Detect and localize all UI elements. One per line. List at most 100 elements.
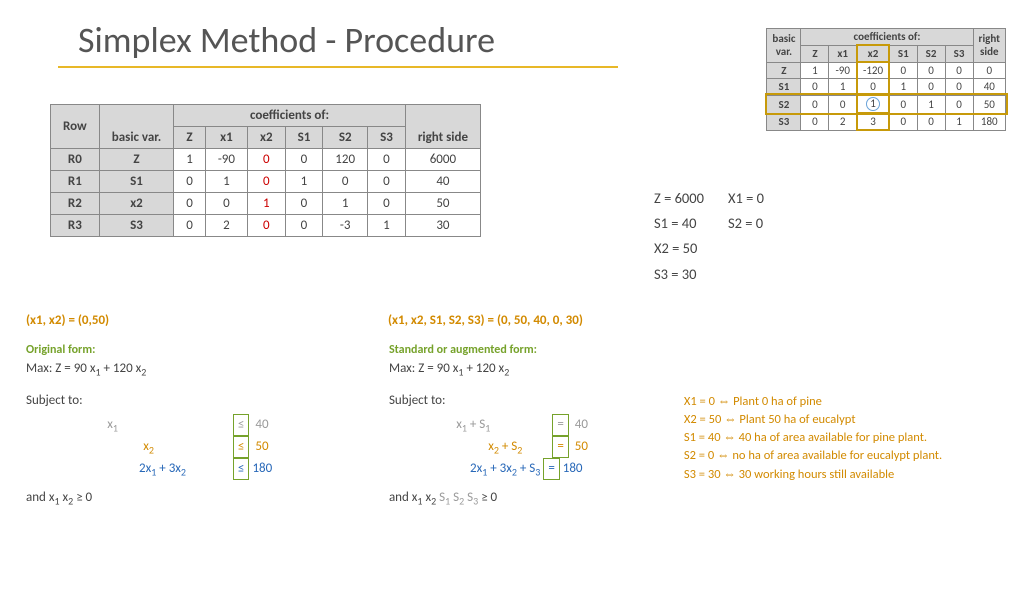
c: 0 (917, 62, 945, 79)
col-s1: S1 (889, 45, 917, 62)
hdr-rs: right side (405, 105, 480, 149)
c: -120 (857, 62, 889, 79)
val-x1: X1 = 0 (728, 187, 786, 210)
c: 0 (248, 149, 286, 171)
hdr-coeff: coefficients of: (801, 29, 973, 46)
c: -90 (829, 62, 857, 79)
c: 0 (285, 215, 323, 237)
t: x (60, 490, 69, 505)
c: 1 (917, 95, 945, 113)
title-underline (58, 66, 618, 68)
t: S (436, 490, 445, 505)
c: 0 (368, 193, 406, 215)
t: + S (467, 417, 485, 432)
t: S (464, 490, 473, 505)
r: 30 (405, 215, 480, 237)
hdr-basic: basic (772, 32, 795, 45)
c: 0 (248, 215, 286, 237)
r: 40 (973, 79, 1005, 96)
val-z: Z = 6000 (654, 187, 726, 210)
t: Max: Z = 90 x (389, 361, 458, 376)
c: 0 (248, 171, 286, 193)
mc: Z (174, 127, 206, 149)
c: 0 (945, 95, 973, 113)
int-d: S2 = 0 ⇔ no ha of area available for euc… (684, 447, 1004, 465)
t: 2 (181, 465, 186, 478)
solution-values: Z = 6000X1 = 0 S1 = 40S2 = 0 X2 = 50 S3 … (652, 185, 788, 288)
t: 40 (575, 417, 588, 432)
eq-icon: = (552, 414, 568, 436)
eq-icon: = (543, 458, 559, 480)
t: 2 (517, 443, 522, 456)
bv: S3 (99, 215, 173, 237)
c: 1 (945, 113, 973, 130)
c: 0 (174, 215, 206, 237)
c: 1 (205, 171, 247, 193)
c: 0 (174, 193, 206, 215)
original-form: Original form: Max: Z = 90 x1 + 120 x2 S… (26, 343, 386, 508)
t: 2 (141, 366, 146, 379)
col-s2: S2 (917, 45, 945, 62)
c: 0 (857, 79, 889, 96)
c: 1 (248, 193, 286, 215)
t: 1 (485, 421, 490, 434)
int-c: S1 = 40 ⇔ 40 ha of area available for pi… (684, 429, 1004, 447)
c: 1 (801, 62, 829, 79)
standard-form: Standard or augmented form: Max: Z = 90 … (389, 343, 681, 508)
c: 1 (368, 215, 406, 237)
c: 0 (368, 149, 406, 171)
r3: R3 (51, 215, 100, 237)
t: and x (26, 490, 54, 505)
t: 2x (139, 461, 151, 476)
int-a: X1 = 0 ⇔ Plant 0 ha of pine (684, 393, 1004, 411)
c: 3 (857, 113, 889, 130)
val-s2: S2 = 0 (728, 212, 786, 235)
r0: R0 (51, 149, 100, 171)
t: 2 (149, 443, 154, 456)
c: 0 (945, 62, 973, 79)
c: 0 (829, 95, 857, 113)
mc: S3 (368, 127, 406, 149)
c: 1 (829, 79, 857, 96)
c: 0 (889, 113, 917, 130)
tr-s3-bv: S3 (767, 113, 801, 130)
bv: S1 (99, 171, 173, 193)
hdr-var: var. (776, 45, 792, 58)
t: 3 (535, 465, 540, 478)
le-icon: ≤ (233, 414, 249, 436)
bv: Z (99, 149, 173, 171)
r: 40 (405, 171, 480, 193)
subj: Subject to: (26, 393, 386, 408)
r1: R1 (51, 171, 100, 193)
int-b: X2 = 50 ⇔ Plant 50 ha of eucalypt (684, 411, 1004, 429)
point-full: (x1, x2, S1, S2, S3) = (0, 50, 40, 0, 30… (388, 313, 583, 328)
t: + S (517, 461, 535, 476)
pivot-cell: 1 (857, 95, 889, 113)
r: 50 (973, 95, 1005, 113)
orig-title: Original form: (26, 343, 386, 357)
interpretation: X1 = 0 ⇔ Plant 0 ha of pine X2 = 50 ⇔ Pl… (684, 393, 1004, 484)
t: 40 (255, 417, 268, 432)
t: + 120 x (101, 361, 142, 376)
r2: R2 (51, 193, 100, 215)
hdr-bv: basic var. (99, 105, 173, 149)
c: 2 (829, 113, 857, 130)
col-x1: x1 (829, 45, 857, 62)
mc: S2 (323, 127, 368, 149)
tr-s1-bv: S1 (767, 79, 801, 96)
point-x1x2: (x1, x2) = (0,50) (26, 313, 109, 328)
t: 2x (470, 461, 482, 476)
hdr-right2: side (980, 45, 999, 58)
t: S (450, 490, 459, 505)
pivot-circle-icon: 1 (866, 97, 880, 111)
eq-icon: = (552, 436, 568, 458)
c: 1 (285, 171, 323, 193)
hdr-row: Row (51, 105, 100, 149)
c: 0 (174, 171, 206, 193)
hdr-coeff: coefficients of: (174, 105, 406, 127)
val-s1: S1 = 40 (654, 212, 726, 235)
t: + 3x (487, 461, 512, 476)
t: ≥ 0 (478, 490, 497, 505)
mc: x2 (248, 127, 286, 149)
c: 1 (889, 79, 917, 96)
